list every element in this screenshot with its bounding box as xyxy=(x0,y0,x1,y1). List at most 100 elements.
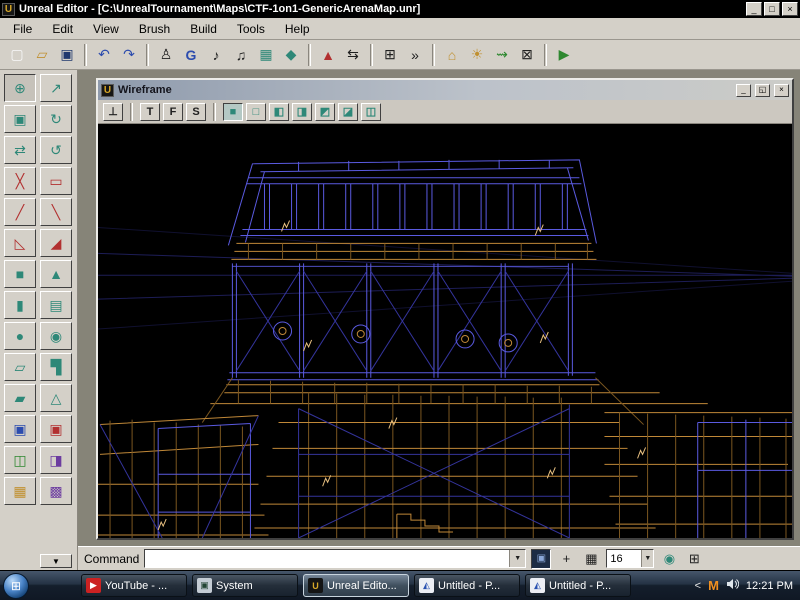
toggle-f-button[interactable]: F xyxy=(163,103,183,121)
viewport-3d[interactable] xyxy=(98,124,792,538)
log-window-button[interactable]: ▣ xyxy=(531,549,551,569)
grid-size-combobox: ▼ xyxy=(606,549,654,568)
taskbar-item-untitled-1[interactable]: ◭ Untitled - P... xyxy=(414,574,520,597)
lighting-view-button[interactable]: ◪ xyxy=(338,103,358,121)
camera-movement-mode-button[interactable]: ⊕ xyxy=(4,74,36,102)
maximize-button[interactable]: □ xyxy=(764,2,780,16)
viewport-titlebar[interactable]: U Wireframe _ ◱ × xyxy=(98,80,792,100)
csg-subtract-button[interactable]: ▣ xyxy=(40,415,72,443)
redo-button[interactable]: ↷ xyxy=(117,43,141,67)
csg-deintersect-button[interactable]: ◨ xyxy=(40,446,72,474)
save-map-button[interactable]: ▣ xyxy=(55,43,79,67)
add-special-brush-button[interactable]: ▦ xyxy=(4,477,36,505)
taskbar-item-youtube[interactable]: ▶ YouTube - ... xyxy=(81,574,187,597)
menu-tools[interactable]: Tools xyxy=(228,20,274,38)
csg-add-button[interactable]: ▣ xyxy=(4,415,36,443)
viewport-restore-button[interactable]: ◱ xyxy=(755,84,770,97)
actor-control-button[interactable]: ⊥ xyxy=(103,103,123,121)
volumetric-brush-button[interactable]: ▰ xyxy=(4,384,36,412)
open-map-icon: ▱ xyxy=(37,46,48,63)
window-titlebar[interactable]: U Unreal Editor - [C:\UnrealTournament\M… xyxy=(0,0,800,18)
vertex-snap-tool-button[interactable]: ╱ xyxy=(4,198,36,226)
side-view-button[interactable]: ◨ xyxy=(292,103,312,121)
terrain-edit-tool-button[interactable]: ◢ xyxy=(40,229,72,257)
viewport-close-button[interactable]: × xyxy=(774,84,789,97)
csg-intersect-button[interactable]: ◫ xyxy=(4,446,36,474)
camera-move-button[interactable]: + xyxy=(556,549,576,569)
sheet-brush-button[interactable]: ▱ xyxy=(4,353,36,381)
zone-view-button[interactable]: ◫ xyxy=(361,103,381,121)
new-map-button[interactable]: ▢ xyxy=(5,43,29,67)
taskbar-item-untitled-2[interactable]: ◭ Untitled - P... xyxy=(525,574,631,597)
sphere-brush-button[interactable]: ● xyxy=(4,322,36,350)
menu-build[interactable]: Build xyxy=(181,20,226,38)
cube-brush-button[interactable]: ■ xyxy=(4,260,36,288)
top-view-button[interactable]: □ xyxy=(246,103,266,121)
brush-rotate-mode-button[interactable]: ↻ xyxy=(40,105,72,133)
linear-stairs-brush-button[interactable]: ▤ xyxy=(40,291,72,319)
face-drag-tool-button[interactable]: ╲ xyxy=(40,198,72,226)
music-browser-button[interactable]: ♪ xyxy=(204,43,228,67)
actor-class-browser-button[interactable]: ♙ xyxy=(154,43,178,67)
vertex-snap-button[interactable]: ⊞ xyxy=(378,43,402,67)
open-map-button[interactable]: ▱ xyxy=(30,43,54,67)
taskbar-item-unreal-editor[interactable]: U Unreal Edito... xyxy=(303,574,409,597)
spiral-stairs-brush-button[interactable]: ◉ xyxy=(40,322,72,350)
texture-rotate-mode-button[interactable]: ↺ xyxy=(40,136,72,164)
rotation-grid-button[interactable]: ◉ xyxy=(659,549,679,569)
menu-help[interactable]: Help xyxy=(276,20,319,38)
main-toolbar: ▢ ▱ ▣ ↶ ↷ ♙ G ♪ ♫ ▦ ◆ ▲ ⇆ ⊞ » ⌂ ☀ ⇝ ⊠ ▶ xyxy=(0,40,800,70)
viewport-minimize-button[interactable]: _ xyxy=(736,84,751,97)
grid-size-dropdown-button[interactable]: ▼ xyxy=(641,550,653,567)
camera-speed-button[interactable]: » xyxy=(403,43,427,67)
volume-icon[interactable] xyxy=(726,577,739,595)
close-button[interactable]: × xyxy=(782,2,798,16)
build-geometry-button[interactable]: ⌂ xyxy=(440,43,464,67)
sound-browser-button[interactable]: ♫ xyxy=(229,43,253,67)
build-paths-button[interactable]: ⇝ xyxy=(490,43,514,67)
cylinder-brush-button[interactable]: ▮ xyxy=(4,291,36,319)
new-map-icon: ▢ xyxy=(10,46,23,63)
command-input[interactable] xyxy=(145,550,509,567)
drag-grid-button[interactable]: ▦ xyxy=(581,549,601,569)
textured-view-button[interactable]: ◩ xyxy=(315,103,335,121)
brush-scale-mode-button[interactable]: ▣ xyxy=(4,105,36,133)
toggle-t-button[interactable]: T xyxy=(140,103,160,121)
add-mover-brush-button[interactable]: ▩ xyxy=(40,477,72,505)
texture-browser-button[interactable]: ▦ xyxy=(254,43,278,67)
build-lighting-button[interactable]: ☀ xyxy=(465,43,489,67)
menu-file[interactable]: File xyxy=(4,20,41,38)
group-browser-button[interactable]: G xyxy=(179,43,203,67)
taskbar-item-system[interactable]: ▣ System xyxy=(192,574,298,597)
freehand-draw-tool-button[interactable]: ◺ xyxy=(4,229,36,257)
cone-brush-button[interactable]: ▲ xyxy=(40,260,72,288)
menu-edit[interactable]: Edit xyxy=(43,20,82,38)
tray-overflow-button[interactable]: < xyxy=(695,580,701,592)
polygon-edit-tool-button[interactable]: ▭ xyxy=(40,167,72,195)
command-dropdown-button[interactable]: ▼ xyxy=(509,550,525,567)
play-map-button[interactable]: ▶ xyxy=(552,43,576,67)
texture-pan-mode-button[interactable]: ⇄ xyxy=(4,136,36,164)
maximize-viewport-button[interactable]: ⊞ xyxy=(684,549,704,569)
menu-view[interactable]: View xyxy=(84,20,128,38)
grid-size-input[interactable] xyxy=(607,550,641,567)
mirror-brush-button[interactable]: ⇆ xyxy=(341,43,365,67)
minimize-button[interactable]: _ xyxy=(746,2,762,16)
build-all-button[interactable]: ⊠ xyxy=(515,43,539,67)
tetrahedron-brush-button[interactable]: △ xyxy=(40,384,72,412)
curved-stairs-brush-button[interactable]: ▜ xyxy=(40,353,72,381)
start-button[interactable]: ⊞ xyxy=(3,573,29,599)
menu-brush[interactable]: Brush xyxy=(130,20,179,38)
brush-clip-tool-button[interactable]: ╳ xyxy=(4,167,36,195)
taskbar-clock[interactable]: 12:21 PM xyxy=(746,580,793,592)
perspective-view-button[interactable]: ■ xyxy=(223,103,243,121)
mesh-browser-button[interactable]: ◆ xyxy=(279,43,303,67)
toggle-s-button[interactable]: S xyxy=(186,103,206,121)
front-view-button[interactable]: ◧ xyxy=(269,103,289,121)
vertex-editing-mode-button[interactable]: ↗ xyxy=(40,74,72,102)
linear-stairs-icon: ▤ xyxy=(49,297,62,314)
messenger-tray-icon[interactable]: M xyxy=(708,578,719,593)
undo-button[interactable]: ↶ xyxy=(92,43,116,67)
add-actor-button[interactable]: ▲ xyxy=(316,43,340,67)
palette-scroll-down-button[interactable]: ▼ xyxy=(40,554,72,568)
